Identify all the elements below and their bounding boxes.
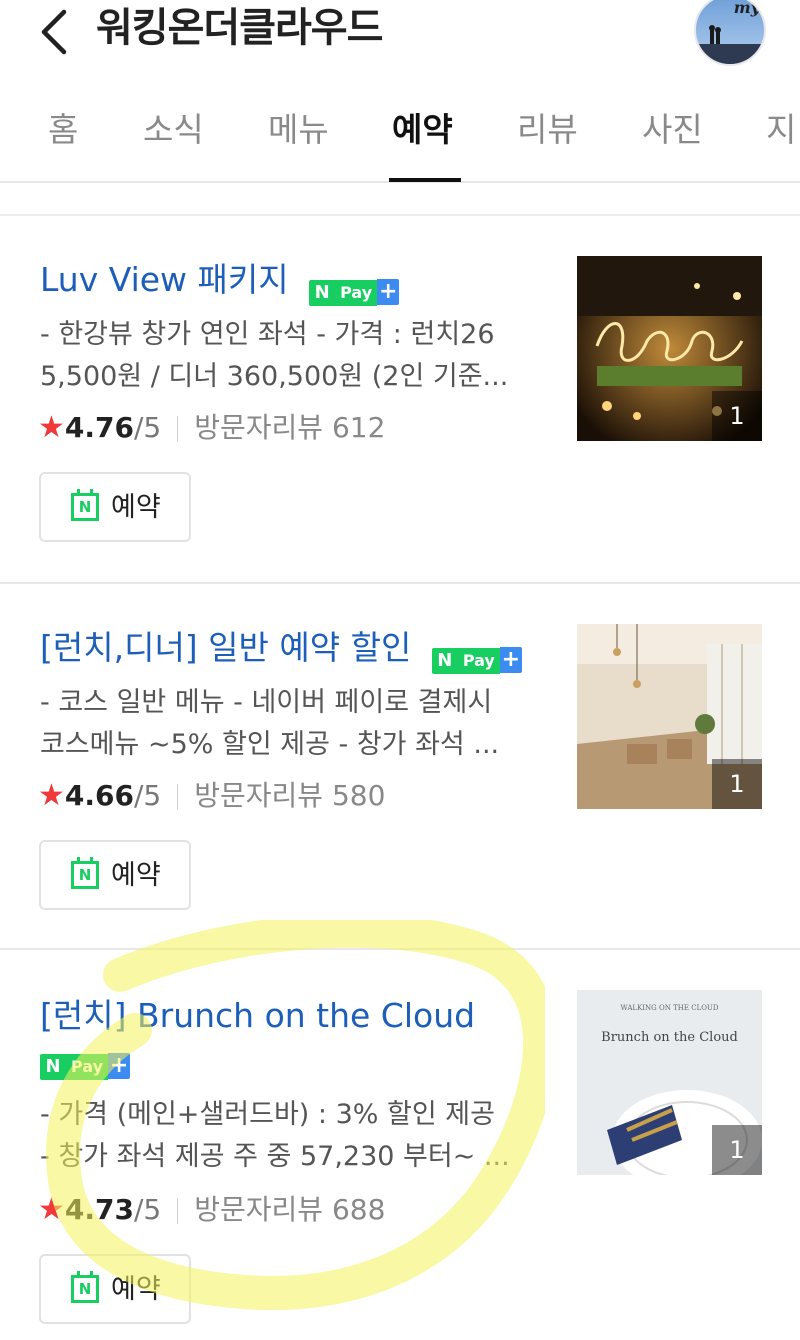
npay-label: Pay: [66, 1054, 109, 1080]
npay-badge: N Pay +: [40, 1053, 131, 1080]
desc-line: 5,500원 / 디너 360,500원 (2인 기준...: [40, 361, 509, 392]
npay-n-icon: N: [431, 647, 458, 674]
npay-n-icon: N: [309, 279, 336, 306]
item-title-prefix: [런치]: [40, 996, 127, 1035]
plus-icon: +: [377, 278, 400, 305]
item-description: - 한강뷰 창가 연인 좌석 - 가격 : 런치26 5,500원 / 디너 3…: [40, 314, 540, 398]
section-divider: [0, 214, 800, 216]
desc-line: - 창가 좌석 제공 주 중 57,230 부터~ ...: [40, 1141, 510, 1172]
star-icon: ★: [38, 410, 65, 445]
desc-line: - 가격 (메인+샐러드바) : 3% 할인 제공: [40, 1099, 495, 1130]
calendar-icon: N: [71, 489, 99, 521]
tab-home[interactable]: 홈: [48, 108, 78, 152]
profile-avatar[interactable]: my: [694, 0, 766, 66]
photo-count-badge: 1: [712, 391, 762, 441]
photo-count-badge: 1: [712, 759, 762, 809]
item-thumbnail[interactable]: WALKING ON THE CLOUD Brunch on the Cloud…: [577, 990, 762, 1175]
avatar-illustration-icon: [696, 25, 764, 64]
reserve-button-label: 예약: [111, 492, 161, 523]
item-title[interactable]: Luv View 패키지 N Pay +: [40, 258, 400, 306]
tab-news[interactable]: 소식: [143, 108, 204, 152]
npay-badge-row: N Pay +: [40, 1053, 131, 1080]
item-rating: ★4.73/5 방문자리뷰 688: [38, 1192, 385, 1228]
reserve-button-label: 예약: [111, 1274, 161, 1305]
reserve-button[interactable]: N 예약: [39, 840, 191, 910]
item-description: - 코스 일반 메뉴 - 네이버 페이로 결제시 코스메뉴 ~5% 할인 제공 …: [40, 682, 540, 766]
card-divider: [0, 582, 800, 584]
npay-label: Pay: [335, 279, 378, 306]
item-thumbnail[interactable]: 1: [577, 624, 762, 809]
reserve-button[interactable]: N 예약: [39, 472, 191, 542]
reserve-button[interactable]: N 예약: [39, 1254, 191, 1324]
plus-icon: +: [108, 1053, 131, 1079]
tab-menu[interactable]: 메뉴: [268, 108, 329, 152]
review-count[interactable]: 방문자리뷰 612: [194, 411, 385, 444]
tab-map[interactable]: 지: [766, 108, 796, 152]
item-title-text: Brunch on the Cloud: [136, 996, 476, 1035]
rating-max: /5: [134, 779, 162, 812]
reserve-button-label: 예약: [111, 860, 161, 891]
rating-max: /5: [134, 1193, 162, 1226]
calendar-icon: N: [71, 1271, 99, 1303]
item-title-text: Luv View 패키지: [40, 260, 289, 299]
item-title-text: [런치,디너] 일반 예약 할인: [40, 628, 412, 667]
rating-score: 4.76: [64, 411, 134, 444]
star-icon: ★: [38, 778, 65, 813]
desc-line: - 한강뷰 창가 연인 좌석 - 가격 : 런치26: [40, 319, 495, 350]
item-rating: ★4.66/5 방문자리뷰 580: [38, 778, 385, 814]
separator: [177, 784, 179, 810]
tab-bar: 홈 소식 메뉴 예약 리뷰 사진 지: [0, 88, 800, 180]
chevron-left-icon[interactable]: [36, 8, 72, 56]
item-rating: ★4.76/5 방문자리뷰 612: [38, 410, 385, 446]
header: 워킹온더클라우드 my: [0, 0, 800, 75]
npay-badge: N Pay +: [309, 265, 400, 306]
item-title[interactable]: [런치] Brunch on the Cloud: [40, 994, 475, 1038]
tab-reservation[interactable]: 예약: [392, 108, 453, 152]
item-title[interactable]: [런치,디너] 일반 예약 할인 N Pay +: [40, 626, 522, 674]
plus-icon: +: [499, 646, 522, 673]
rating-score: 4.66: [64, 779, 134, 812]
npay-label: Pay: [457, 647, 500, 674]
item-description: - 가격 (메인+샐러드바) : 3% 할인 제공 - 창가 좌석 제공 주 중…: [40, 1094, 540, 1178]
item-thumbnail[interactable]: 1: [577, 256, 762, 441]
review-count[interactable]: 방문자리뷰 580: [194, 779, 385, 812]
npay-badge: N Pay +: [431, 633, 522, 674]
npay-n-icon: N: [40, 1054, 66, 1080]
rating-score: 4.73: [64, 1193, 134, 1226]
photo-count-badge: 1: [712, 1125, 762, 1175]
desc-line: 코스메뉴 ~5% 할인 제공 - 창가 좌석 ...: [40, 729, 500, 760]
separator: [177, 416, 179, 442]
desc-line: - 코스 일반 메뉴 - 네이버 페이로 결제시: [40, 687, 493, 718]
separator: [177, 1198, 179, 1224]
page-title: 워킹온더클라우드: [96, 5, 383, 51]
star-icon: ★: [38, 1192, 65, 1227]
card-divider: [0, 948, 800, 950]
review-count[interactable]: 방문자리뷰 688: [194, 1193, 385, 1226]
calendar-icon: N: [71, 857, 99, 889]
rating-max: /5: [134, 411, 162, 444]
active-tab-indicator: [389, 178, 461, 182]
tab-photo[interactable]: 사진: [642, 108, 703, 152]
tab-review[interactable]: 리뷰: [517, 108, 578, 152]
